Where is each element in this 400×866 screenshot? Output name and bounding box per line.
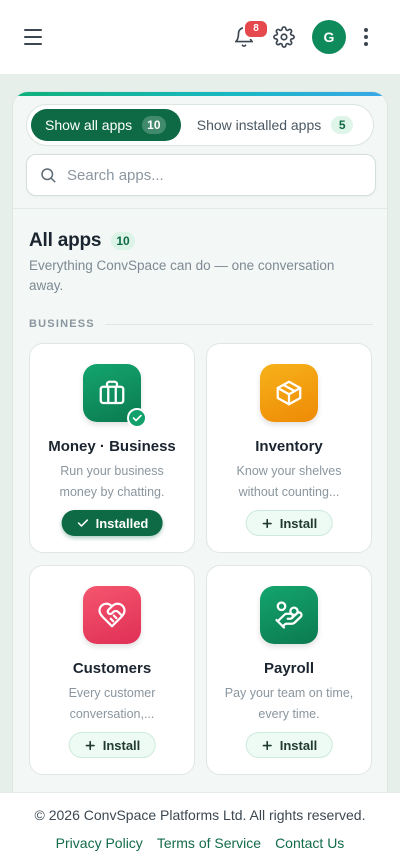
divider [13, 208, 387, 209]
contact-us-link[interactable]: Contact Us [275, 835, 344, 851]
more-options-icon[interactable] [356, 25, 376, 49]
show-installed-apps-label: Show installed apps [196, 117, 322, 133]
footer-links: Privacy Policy Terms of Service Contact … [0, 835, 400, 851]
app-card-payroll[interactable]: Payroll Pay your team on time, every tim… [206, 565, 372, 775]
app-name: Money · Business [48, 438, 176, 455]
app-card-customers[interactable]: Customers Every customer conversation,..… [29, 565, 195, 775]
user-avatar[interactable]: G [312, 20, 346, 54]
app-name: Customers [72, 660, 152, 677]
page-title: All apps [29, 230, 102, 251]
category-divider [104, 323, 373, 325]
box-icon [276, 380, 302, 406]
gear-icon [273, 26, 295, 48]
apps-panel: Show all apps 10 Show installed apps 5 A… [12, 91, 388, 803]
app-description: Run your business money by chatting. [59, 464, 165, 499]
show-all-apps-label: Show all apps [45, 117, 133, 133]
install-button-label: Install [279, 515, 318, 531]
install-button-label: Install [102, 737, 141, 753]
app-card-money-business[interactable]: Money · Business Run your business money… [29, 343, 195, 553]
accent-bar [13, 92, 387, 96]
app-card-inventory[interactable]: Inventory Know your shelves without coun… [206, 343, 372, 553]
app-icon-tile [83, 586, 141, 644]
apps-count-badge: 10 [111, 232, 135, 250]
footer: © 2026 ConvSpace Platforms Ltd. All righ… [0, 792, 400, 866]
app-icon-tile [260, 364, 318, 422]
check-icon [77, 519, 89, 527]
briefcase-icon [99, 380, 125, 405]
copyright-text: © 2026 ConvSpace Platforms Ltd. All righ… [34, 807, 366, 823]
top-bar: 8 G [0, 0, 400, 74]
app-description: Know your shelves without counting... [236, 464, 342, 499]
heart-handshake-icon [98, 602, 126, 628]
notifications-button[interactable]: 8 [230, 19, 269, 51]
all-apps-count-badge: 10 [142, 116, 166, 134]
installed-button-label: Installed [95, 515, 149, 531]
notification-count-badge: 8 [243, 19, 269, 39]
install-button[interactable]: Install [245, 732, 333, 758]
search-box [26, 154, 376, 196]
app-icon-tile [83, 364, 147, 428]
hand-coins-icon [275, 601, 303, 629]
app-description: Pay your team on time, every time. [224, 686, 354, 721]
hamburger-menu-icon[interactable] [24, 26, 46, 48]
category-label: BUSINESS [29, 318, 373, 330]
app-name: Payroll [263, 660, 315, 677]
privacy-policy-link[interactable]: Privacy Policy [56, 835, 143, 851]
search-input[interactable] [67, 166, 363, 184]
section-heading: All apps 10 [29, 230, 135, 252]
app-description: Every customer conversation,... [68, 686, 156, 721]
settings-button[interactable] [270, 23, 298, 51]
install-button[interactable]: Install [68, 732, 156, 758]
search-icon [41, 168, 56, 183]
show-installed-apps-tab[interactable]: Show installed apps 5 [181, 109, 369, 141]
apps-filter-toggle: Show all apps 10 Show installed apps 5 [26, 104, 374, 146]
category-label-text: BUSINESS [29, 318, 95, 330]
install-button[interactable]: Install [245, 510, 333, 536]
apps-grid: Money · Business Run your business money… [29, 343, 373, 775]
plus-icon [262, 740, 272, 750]
terms-of-service-link[interactable]: Terms of Service [157, 835, 261, 851]
plus-icon [262, 518, 272, 528]
show-all-apps-tab[interactable]: Show all apps 10 [31, 109, 181, 141]
installed-check-icon [127, 408, 147, 428]
plus-icon [85, 740, 95, 750]
app-icon-tile [260, 586, 318, 644]
install-button-label: Install [279, 737, 318, 753]
app-name: Inventory [255, 438, 323, 455]
installed-apps-count-badge: 5 [331, 116, 354, 134]
section-description: Everything ConvSpace can do — one conver… [29, 258, 335, 293]
installed-button[interactable]: Installed [61, 510, 163, 536]
